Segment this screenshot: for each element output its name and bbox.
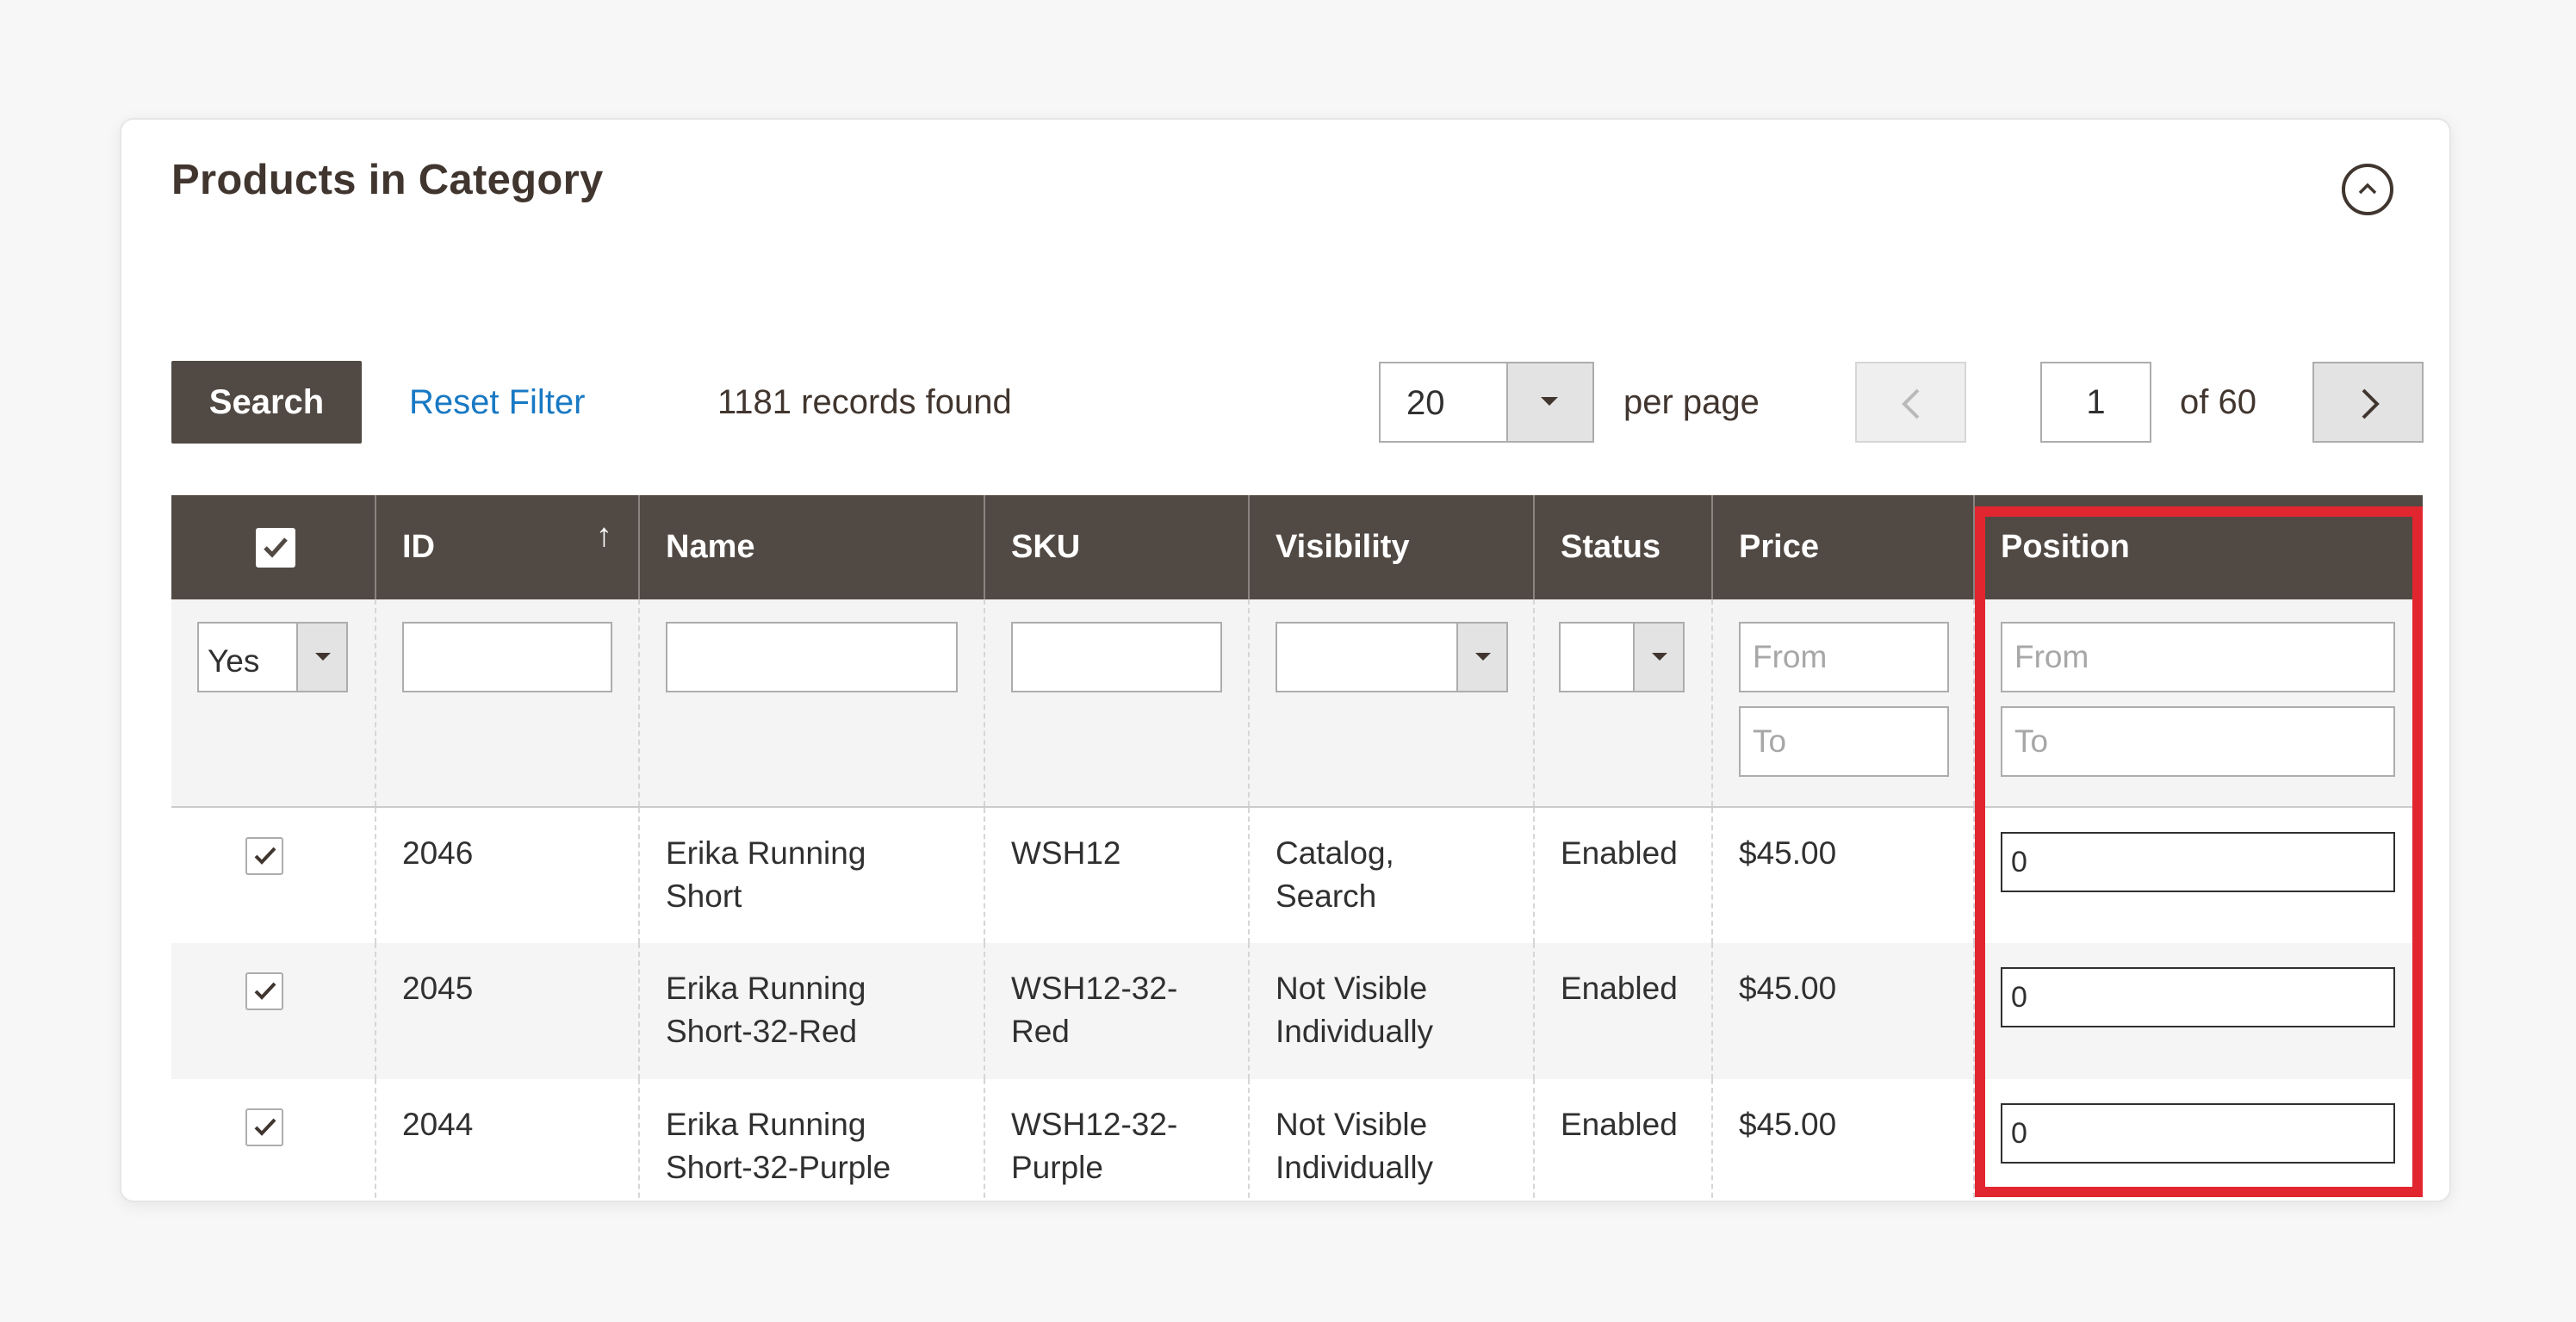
price-to-input[interactable] — [1739, 706, 1949, 777]
caret-down-icon — [1475, 653, 1491, 661]
cell-name: Erika Running Short — [638, 807, 984, 943]
column-header-id[interactable]: ID ↑ — [375, 495, 639, 599]
table-row[interactable]: 2044 Erika Running Short-32-Purple WSH12… — [171, 1079, 2423, 1201]
position-input[interactable] — [2001, 967, 2395, 1027]
cell-visibility: Not Visible Individually — [1248, 943, 1534, 1079]
per-page-value: 20 — [1406, 384, 1445, 422]
name-filter-input[interactable] — [666, 622, 958, 692]
select-all-checkbox[interactable] — [256, 527, 295, 568]
select-all-header[interactable] — [171, 495, 376, 599]
cell-sku: WSH12 — [984, 807, 1249, 943]
checkmark-icon — [254, 847, 276, 865]
checkmark-icon — [254, 982, 276, 1000]
column-header-name[interactable]: Name — [638, 495, 984, 599]
position-input[interactable] — [2001, 832, 2395, 892]
row-select-checkbox[interactable] — [245, 972, 283, 1010]
id-filter-input[interactable] — [402, 622, 612, 692]
column-header-price[interactable]: Price — [1711, 495, 1974, 599]
page-total: of 60 — [2180, 383, 2256, 421]
cell-status: Enabled — [1533, 1079, 1712, 1201]
checkmark-icon — [264, 537, 288, 558]
in-category-filter-value: Yes — [208, 643, 260, 679]
cell-price: $45.00 — [1711, 943, 1974, 1079]
column-header-status[interactable]: Status — [1533, 495, 1712, 599]
cell-price: $45.00 — [1711, 1079, 1974, 1201]
reset-filter-link[interactable]: Reset Filter — [409, 383, 586, 422]
column-header-label: ID — [402, 529, 435, 565]
products-grid: ID ↑ Name SKU Visibility Status Price Po… — [171, 495, 2423, 1201]
dropdown-toggle[interactable] — [296, 624, 346, 691]
dropdown-toggle[interactable] — [1633, 624, 1683, 691]
search-button[interactable]: Search — [171, 361, 362, 444]
cell-id: 2046 — [375, 807, 639, 943]
chevron-right-icon — [2362, 388, 2380, 419]
dropdown-toggle[interactable] — [1456, 624, 1506, 691]
collapse-button[interactable] — [2342, 164, 2393, 215]
per-page-label: per page — [1623, 383, 1760, 421]
per-page-dropdown-toggle[interactable] — [1506, 363, 1592, 441]
chevron-left-icon — [1902, 388, 1920, 419]
filter-row: Yes — [171, 599, 2423, 808]
cell-status: Enabled — [1533, 807, 1712, 943]
column-header-visibility[interactable]: Visibility — [1248, 495, 1534, 599]
table-row[interactable]: 2045 Erika Running Short-32-Red WSH12-32… — [171, 943, 2423, 1079]
row-select-checkbox[interactable] — [245, 1108, 283, 1146]
position-input[interactable] — [2001, 1103, 2395, 1164]
per-page-select[interactable]: 20 — [1379, 362, 1594, 443]
cell-name: Erika Running Short-32-Red — [638, 943, 984, 1079]
previous-page-button[interactable] — [1855, 362, 1966, 443]
sort-ascending-icon: ↑ — [596, 518, 612, 554]
products-in-category-panel: Products in Category Search Reset Filter… — [120, 118, 2451, 1202]
cell-price: $45.00 — [1711, 807, 1974, 943]
position-from-input[interactable] — [2001, 622, 2395, 692]
cell-name: Erika Running Short-32-Purple — [638, 1079, 984, 1201]
visibility-filter-select[interactable] — [1276, 622, 1508, 692]
caret-down-icon — [315, 653, 331, 661]
table-row[interactable]: 2046 Erika Running Short WSH12 Catalog, … — [171, 807, 2423, 943]
column-header-sku[interactable]: SKU — [984, 495, 1249, 599]
cell-id: 2044 — [375, 1079, 639, 1201]
checkmark-icon — [254, 1118, 276, 1136]
next-page-button[interactable] — [2312, 362, 2424, 443]
position-to-input[interactable] — [2001, 706, 2395, 777]
cell-visibility: Catalog, Search — [1248, 807, 1534, 943]
cell-status: Enabled — [1533, 943, 1712, 1079]
cell-sku: WSH12-32-Purple — [984, 1079, 1249, 1201]
price-from-input[interactable] — [1739, 622, 1949, 692]
caret-down-icon — [1541, 397, 1558, 406]
cell-visibility: Not Visible Individually — [1248, 1079, 1534, 1201]
cell-id: 2045 — [375, 943, 639, 1079]
panel-title: Products in Category — [171, 157, 604, 203]
page-number-input[interactable] — [2040, 362, 2151, 443]
status-filter-select[interactable] — [1559, 622, 1685, 692]
grid-header-row: ID ↑ Name SKU Visibility Status Price Po… — [171, 495, 2423, 599]
chevron-up-icon — [2358, 183, 2377, 195]
row-select-checkbox[interactable] — [245, 837, 283, 875]
column-header-position[interactable]: Position — [1973, 495, 2423, 599]
in-category-filter-select[interactable]: Yes — [197, 622, 348, 692]
sku-filter-input[interactable] — [1011, 622, 1222, 692]
cell-sku: WSH12-32-Red — [984, 943, 1249, 1079]
caret-down-icon — [1652, 653, 1667, 661]
records-found-count: 1181 records found — [717, 383, 1012, 421]
